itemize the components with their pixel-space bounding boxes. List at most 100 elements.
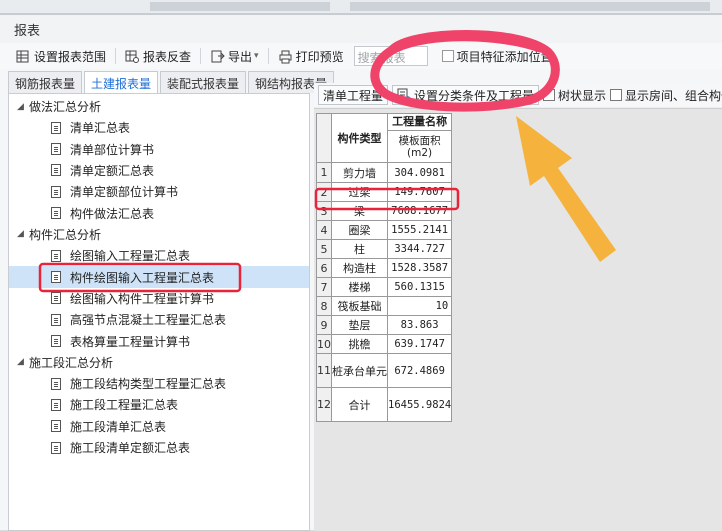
quantity-cell[interactable]: 304.0981 xyxy=(386,162,453,183)
tree-display-checkbox[interactable] xyxy=(543,89,556,101)
row-number: 10 xyxy=(316,334,332,354)
set-range-label: 设置报表范围 xyxy=(34,49,107,64)
show-room-checkbox[interactable] xyxy=(610,89,623,101)
table-search-icon xyxy=(125,50,140,63)
quantity-cell[interactable]: 1528.3587 xyxy=(386,258,453,278)
tree-item[interactable]: 施工段清单定额汇总表 xyxy=(9,437,309,458)
component-type-cell[interactable]: 楼梯 xyxy=(331,277,388,297)
tree-item[interactable]: 高强节点混凝土工程量汇总表 xyxy=(9,309,309,330)
row-number: 5 xyxy=(316,239,332,259)
show-room-label: 显示房间、组合构件量 xyxy=(625,88,722,103)
tree-item-label: 高强节点混凝土工程量汇总表 xyxy=(70,313,227,328)
quantity-cell[interactable]: 3344.727 xyxy=(386,239,453,259)
component-type-cell[interactable]: 垫层 xyxy=(331,315,388,335)
export-button[interactable]: 导出 ▾ xyxy=(206,45,263,67)
tree-item-label: 绘图输入工程量汇总表 xyxy=(70,249,191,264)
quantity-table: 构件类型 工程量名称 模板面积(m2) 1 剪力墙 304.0981 2 过梁 149.… xyxy=(316,113,453,422)
report-tree: ◢ 做法汇总分析 清单汇总表 清单部位计算书 清单定额汇总表 清单定额部位计算书 … xyxy=(9,94,309,458)
set-classification-button[interactable]: 设置分类条件及工程量 xyxy=(392,85,540,105)
document-icon xyxy=(51,313,61,326)
tree-item[interactable]: 施工段工程量汇总表 xyxy=(9,394,309,415)
document-icon xyxy=(51,441,61,454)
tree-item-label: 施工段工程量汇总表 xyxy=(70,398,179,413)
document-icon xyxy=(51,420,61,433)
tree-item[interactable]: 清单定额汇总表 xyxy=(9,160,309,181)
filter-settings-icon xyxy=(397,88,411,102)
tree-item[interactable]: 施工段结构类型工程量汇总表 xyxy=(9,373,309,394)
bill-quantity-button[interactable]: 清单工程量 xyxy=(318,85,389,105)
tab-civil-report[interactable]: 土建报表量 xyxy=(84,71,159,93)
document-icon xyxy=(51,185,61,198)
tree-item-selected[interactable]: 构件绘图输入工程量汇总表 xyxy=(9,266,309,288)
formwork-area-header: 模板面积(m2) xyxy=(386,130,453,163)
set-range-button[interactable]: 设置报表范围 xyxy=(12,45,110,67)
tree-item-label: 构件做法汇总表 xyxy=(70,206,155,221)
component-type-cell[interactable]: 桩承台单元 xyxy=(331,353,388,388)
group-label: 施工段汇总分析 xyxy=(29,355,114,370)
quantity-cell[interactable]: 149.7607 xyxy=(386,182,453,202)
document-icon xyxy=(51,398,61,411)
caret-down-icon: ◢ xyxy=(17,229,24,240)
component-type-cell[interactable]: 过梁 xyxy=(331,182,388,202)
tree-item-label: 施工段清单汇总表 xyxy=(70,419,167,434)
row-number: 11 xyxy=(316,353,332,388)
tree-item[interactable]: 清单定额部位计算书 xyxy=(9,181,309,202)
quantity-cell[interactable]: 639.1747 xyxy=(386,334,453,354)
row-number-header xyxy=(316,113,332,163)
export-label: 导出 xyxy=(228,49,253,64)
tree-item[interactable]: 施工段清单汇总表 xyxy=(9,416,309,437)
document-icon xyxy=(51,292,61,305)
tree-item[interactable]: 绘图输入构件工程量计算书 xyxy=(9,288,309,309)
row-number: 3 xyxy=(316,201,332,221)
caret-down-icon: ◢ xyxy=(17,101,24,112)
quantity-name-header: 工程量名称 xyxy=(386,113,453,131)
quantity-cell[interactable]: 1555.2141 xyxy=(386,220,453,240)
component-type-cell[interactable]: 梁 xyxy=(331,201,388,221)
row-number: 6 xyxy=(316,258,332,278)
quantity-cell[interactable]: 672.4869 xyxy=(386,353,453,388)
component-type-cell[interactable]: 合计 xyxy=(331,387,388,422)
tab-prefab-report[interactable]: 装配式报表量 xyxy=(160,71,247,93)
search-input[interactable]: 搜索报表 xyxy=(353,46,428,66)
tree-item[interactable]: 清单汇总表 xyxy=(9,117,309,138)
print-preview-label: 打印预览 xyxy=(295,49,344,64)
quantity-cell[interactable]: 10 xyxy=(386,296,453,316)
tree-item[interactable]: 绘图输入工程量汇总表 xyxy=(9,245,309,266)
background-app-strip xyxy=(0,0,722,14)
tree-item[interactable]: 表格算量工程量计算书 xyxy=(9,331,309,352)
tab-rebar-report[interactable]: 钢筋报表量 xyxy=(8,71,83,93)
caret-down-icon: ◢ xyxy=(17,357,24,368)
tree-display-toggle[interactable]: 树状显示 xyxy=(543,87,606,104)
component-type-cell[interactable]: 构造柱 xyxy=(331,258,388,278)
tree-group-construction-section[interactable]: ◢ 施工段汇总分析 xyxy=(9,352,309,373)
tree-group-component-summary[interactable]: ◢ 构件汇总分析 xyxy=(9,224,309,245)
tree-item-label: 清单定额部位计算书 xyxy=(70,185,179,200)
component-type-cell[interactable]: 筏板基础 xyxy=(331,296,388,316)
toolbar-divider xyxy=(115,48,117,64)
print-preview-button[interactable]: 打印预览 xyxy=(274,45,348,67)
window-title: 报表 xyxy=(0,15,722,43)
show-room-toggle[interactable]: 显示房间、组合构件量 xyxy=(610,87,722,104)
quantity-cell[interactable]: 560.1315 xyxy=(386,277,453,297)
document-icon xyxy=(51,207,61,220)
quantity-cell[interactable]: 7608.1677 xyxy=(386,201,453,221)
document-icon xyxy=(51,249,61,262)
export-icon xyxy=(211,50,225,62)
tree-item[interactable]: 构件做法汇总表 xyxy=(9,203,309,224)
tree-group-method-summary[interactable]: ◢ 做法汇总分析 xyxy=(9,96,309,117)
component-type-cell[interactable]: 柱 xyxy=(331,239,388,259)
feature-add-position-button[interactable]: 项目特征添加位置 xyxy=(438,45,557,67)
report-check-button[interactable]: 报表反查 xyxy=(121,45,195,67)
tree-item[interactable]: 清单部位计算书 xyxy=(9,138,309,159)
document-icon xyxy=(51,164,61,177)
quantity-cell[interactable]: 83.863 xyxy=(386,315,453,335)
component-type-cell[interactable]: 圈梁 xyxy=(331,220,388,240)
group-label: 构件汇总分析 xyxy=(29,227,102,242)
tree-item-label: 构件绘图输入工程量汇总表 xyxy=(70,270,215,285)
set-classification-label: 设置分类条件及工程量 xyxy=(414,88,535,103)
component-type-cell[interactable]: 剪力墙 xyxy=(331,162,388,183)
quantity-cell[interactable]: 16455.9824 xyxy=(386,387,453,422)
component-type-cell[interactable]: 挑檐 xyxy=(331,334,388,354)
row-number: 9 xyxy=(316,315,332,335)
report-view-panel: 清单工程量 设置分类条件及工程量 树状显示 显示房间、组合构件量 构件类型 工程… xyxy=(314,83,722,531)
